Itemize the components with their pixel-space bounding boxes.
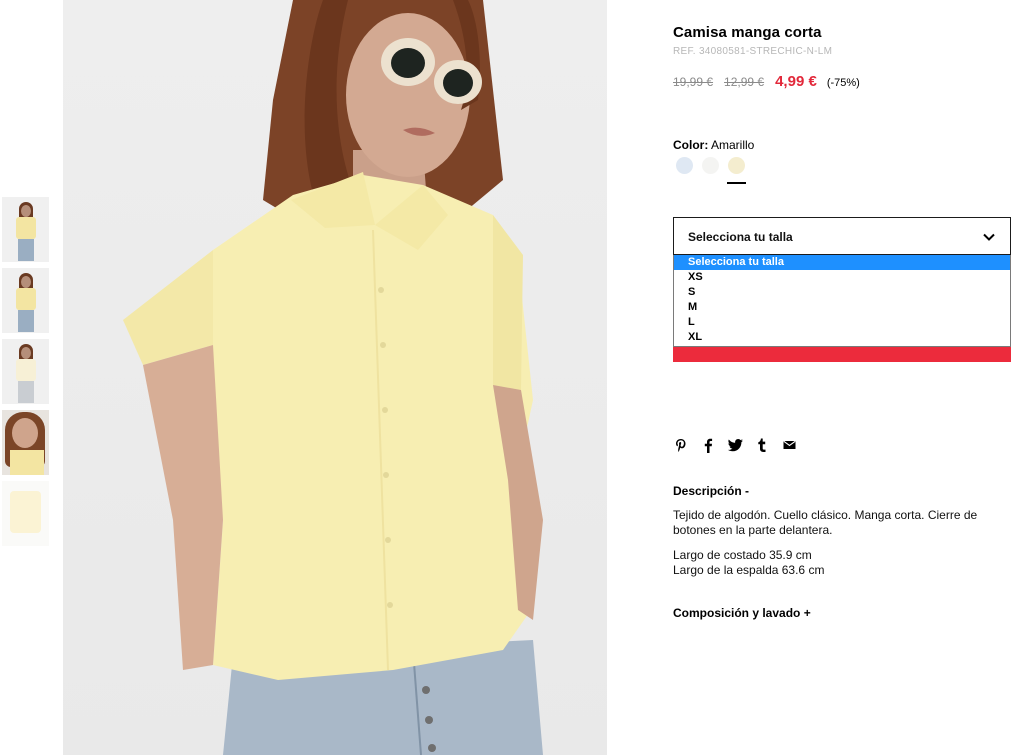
size-option-xl[interactable]: XL <box>674 330 1010 345</box>
discount-badge: (-75%) <box>826 77 860 89</box>
thumbnail-5[interactable] <box>2 481 49 546</box>
price-row: 19,99 € 12,99 € 4,99 € (-75%) <box>673 73 860 90</box>
color-label: Color: <box>673 138 709 152</box>
product-title: Camisa manga corta <box>673 24 822 41</box>
product-reference: REF. 34080581-STRECHIC-N-LM <box>673 46 833 57</box>
size-dropdown-list: Selecciona tu talla XS S M L XL <box>673 255 1011 347</box>
size-option-m[interactable]: M <box>674 300 1010 315</box>
size-option-placeholder[interactable]: Selecciona tu talla <box>674 255 1010 270</box>
thumbnail-2[interactable] <box>2 268 49 333</box>
back-length-text: Largo de la espalda 63.6 cm <box>673 563 825 577</box>
thumbnail-4[interactable] <box>2 410 49 475</box>
composition-toggle[interactable]: Composición y lavado + <box>673 606 811 620</box>
pinterest-icon[interactable] <box>673 437 689 453</box>
description-text: Tejido de algodón. Cuello clásico. Manga… <box>673 508 978 537</box>
size-select-value: Selecciona tu talla <box>688 230 793 244</box>
swatch-light-blue[interactable] <box>676 157 693 174</box>
original-price: 19,99 € <box>673 75 714 89</box>
swatch-yellow[interactable] <box>727 157 746 184</box>
facebook-icon[interactable] <box>700 437 716 453</box>
model-illustration <box>123 0 543 755</box>
email-icon[interactable] <box>781 437 797 453</box>
size-option-s[interactable]: S <box>674 285 1010 300</box>
previous-price: 12,99 € <box>724 75 765 89</box>
chevron-down-icon <box>983 233 995 241</box>
size-select[interactable]: Selecciona tu talla <box>673 217 1011 255</box>
color-swatches <box>676 157 746 184</box>
size-option-l[interactable]: L <box>674 315 1010 330</box>
thumbnail-1[interactable] <box>2 197 49 262</box>
product-main-image <box>63 0 607 755</box>
description-toggle[interactable]: Descripción - <box>673 484 749 498</box>
side-length-text: Largo de costado 35.9 cm <box>673 548 812 562</box>
color-label-row: Color: Amarillo <box>673 138 754 152</box>
thumbnail-strip <box>2 197 50 552</box>
swatch-white[interactable] <box>702 157 719 174</box>
thumbnail-3[interactable] <box>2 339 49 404</box>
size-option-xs[interactable]: XS <box>674 270 1010 285</box>
color-selected-name: Amarillo <box>711 138 755 152</box>
sale-price: 4,99 € <box>775 73 817 90</box>
twitter-icon[interactable] <box>727 437 743 453</box>
social-share-row <box>673 437 797 453</box>
tumblr-icon[interactable] <box>754 437 770 453</box>
